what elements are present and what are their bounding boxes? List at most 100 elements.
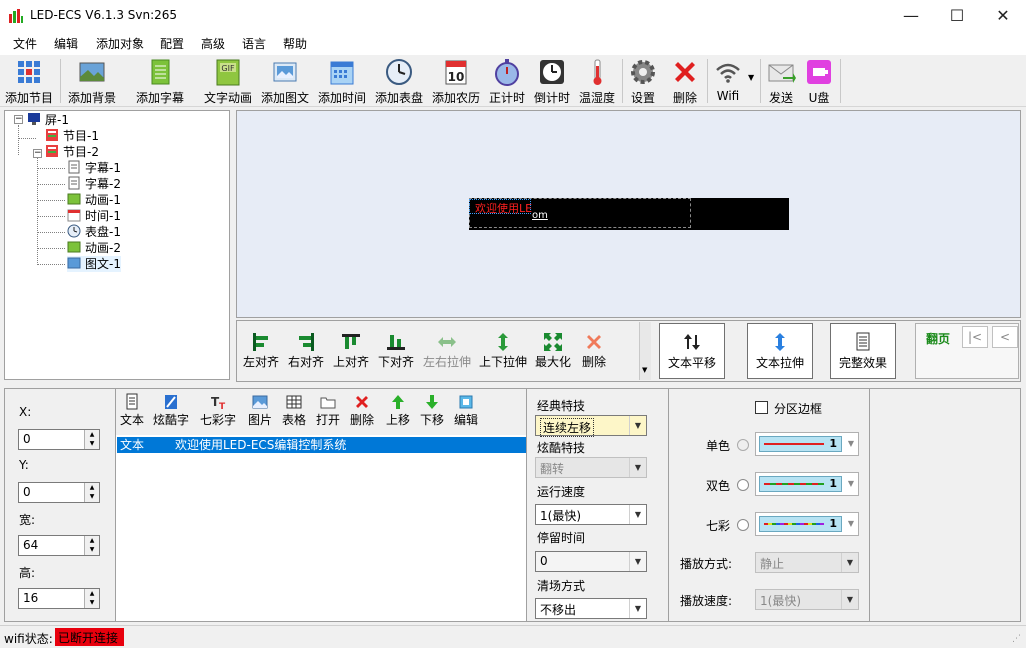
- scroll-down-icon[interactable]: ▼: [642, 366, 647, 374]
- menu-advanced[interactable]: 高级: [201, 35, 225, 52]
- delete-button[interactable]: 删除: [668, 57, 702, 105]
- menu-help[interactable]: 帮助: [283, 35, 307, 52]
- maximize-object-button[interactable]: 最大化: [533, 331, 573, 370]
- add-text-button[interactable]: 文本: [118, 393, 146, 428]
- align-left-button[interactable]: 左对齐: [241, 331, 281, 370]
- clear-mode-select[interactable]: 不移出 ▼: [535, 598, 647, 619]
- rainbow-color-radio[interactable]: [737, 519, 749, 531]
- align-top-button[interactable]: 上对齐: [331, 331, 371, 370]
- add-lunar-button[interactable]: 10 添加农历: [430, 57, 482, 105]
- dual-color-label: 双色: [706, 479, 731, 493]
- spin-arrows-icon[interactable]: ▲ ▼: [84, 536, 99, 555]
- add-image-text-button[interactable]: 添加图文: [259, 57, 311, 105]
- maximize-button[interactable]: ☐: [934, 0, 980, 31]
- minimize-button[interactable]: —: [888, 0, 934, 31]
- tree-node-program-1[interactable]: 节目-1: [45, 128, 99, 144]
- collapse-icon[interactable]: −: [14, 115, 23, 124]
- resize-grip-icon[interactable]: ⋰: [1012, 634, 1021, 644]
- cool-effect-select[interactable]: 翻转 ▼: [535, 457, 647, 478]
- stretch-horizontal-button[interactable]: 左右拉伸: [421, 331, 473, 370]
- edit-button[interactable]: 编辑: [452, 393, 480, 428]
- count-up-button[interactable]: 正计时: [487, 57, 527, 105]
- tree-node-animation-2[interactable]: 动画-2: [67, 240, 121, 256]
- countdown-button[interactable]: 倒计时: [532, 57, 572, 105]
- add-subtitle-button[interactable]: 添加字幕: [134, 57, 186, 105]
- colorful-text-button[interactable]: T T 七彩字: [198, 393, 238, 428]
- stay-time-select[interactable]: 0 ▼: [535, 551, 647, 572]
- rainbow-color-select[interactable]: 1 ▼: [755, 512, 859, 536]
- temperature-humidity-button[interactable]: 温湿度: [577, 57, 617, 105]
- led-preview-area[interactable]: 欢迎使用LE om: [236, 110, 1021, 318]
- text-pan-button[interactable]: 文本平移: [659, 323, 725, 379]
- chevron-down-icon: ▼: [841, 553, 858, 572]
- play-speed-select[interactable]: 1(最快) ▼: [755, 589, 859, 610]
- menu-config[interactable]: 配置: [160, 35, 184, 52]
- collapse-icon[interactable]: −: [33, 149, 42, 158]
- delete-object-button[interactable]: 删除: [576, 331, 612, 370]
- toolbar-label: 添加农历: [431, 91, 480, 105]
- tree-node-subtitle-2[interactable]: 字幕-2: [67, 176, 121, 192]
- height-input[interactable]: 16 ▲ ▼: [18, 588, 100, 609]
- width-input[interactable]: 64 ▲ ▼: [18, 535, 100, 556]
- picture-icon: [273, 62, 297, 82]
- tree-node-image-text-1[interactable]: 图文-1: [67, 256, 121, 272]
- tree-node-time-1[interactable]: 时间-1: [67, 208, 121, 224]
- add-program-button[interactable]: 添加节目: [3, 57, 55, 105]
- tree-node-subtitle-1[interactable]: 字幕-1: [67, 160, 121, 176]
- wifi-dropdown-arrow-icon[interactable]: ▼: [748, 73, 754, 82]
- move-up-button[interactable]: 上移: [384, 393, 412, 428]
- align-right-button[interactable]: 右对齐: [286, 331, 326, 370]
- first-page-button[interactable]: |<: [962, 326, 988, 348]
- add-table-button[interactable]: 表格: [280, 393, 308, 428]
- menu-add-object[interactable]: 添加对象: [96, 35, 144, 52]
- selected-object[interactable]: 欢迎使用LE: [469, 199, 532, 215]
- tree-node-clock-1[interactable]: 表盘-1: [67, 224, 121, 240]
- stretch-vertical-button[interactable]: 上下拉伸: [477, 331, 529, 370]
- stretch-arrows-icon: [775, 333, 785, 351]
- spin-arrows-icon[interactable]: ▲ ▼: [84, 589, 99, 608]
- speed-select[interactable]: 1(最快) ▼: [535, 504, 647, 525]
- delete-item-button[interactable]: 删除: [348, 393, 376, 428]
- classic-effect-select[interactable]: 连续左移 ▼: [535, 415, 647, 437]
- add-clock-button[interactable]: 添加表盘: [373, 57, 425, 105]
- add-background-button[interactable]: 添加背景: [66, 57, 118, 105]
- play-speed-value: 1(最快): [760, 594, 801, 608]
- single-color-radio[interactable]: [737, 439, 749, 451]
- text-animation-button[interactable]: GIF 文字动画: [202, 57, 254, 105]
- text-stretch-button[interactable]: 文本拉伸: [747, 323, 813, 379]
- tree-node-screen[interactable]: 屏-1: [27, 112, 69, 128]
- y-input[interactable]: 0 ▲ ▼: [18, 482, 100, 503]
- settings-button[interactable]: 设置: [626, 57, 660, 105]
- x-input[interactable]: 0 ▲ ▼: [18, 429, 100, 450]
- table-icon: [286, 395, 302, 409]
- move-down-button[interactable]: 下移: [418, 393, 446, 428]
- menu-language[interactable]: 语言: [242, 35, 266, 52]
- dual-color-select[interactable]: 1 ▼: [755, 472, 859, 496]
- cool-text-button[interactable]: 炫酷字: [152, 393, 190, 428]
- spin-arrows-icon[interactable]: ▲ ▼: [84, 430, 99, 449]
- add-time-button[interactable]: 添加时间: [316, 57, 368, 105]
- add-picture-button[interactable]: 图片: [246, 393, 274, 428]
- spin-arrows-icon[interactable]: ▲ ▼: [84, 483, 99, 502]
- open-file-button[interactable]: 打开: [314, 393, 342, 428]
- send-button[interactable]: 发送: [764, 57, 798, 105]
- usb-disk-button[interactable]: U盘: [802, 57, 836, 105]
- align-bottom-button[interactable]: 下对齐: [376, 331, 416, 370]
- tree-label: 时间-1: [85, 209, 121, 223]
- wifi-button[interactable]: Wifi: [711, 57, 745, 105]
- menu-file[interactable]: 文件: [13, 35, 37, 52]
- led-screen[interactable]: 欢迎使用LE om: [469, 198, 789, 230]
- border-checkbox[interactable]: [755, 401, 768, 414]
- tree-node-animation-1[interactable]: 动画-1: [67, 192, 121, 208]
- single-color-select[interactable]: 1 ▼: [755, 432, 859, 456]
- play-mode-select[interactable]: 静止 ▼: [755, 552, 859, 573]
- menu-edit[interactable]: 编辑: [54, 35, 78, 52]
- scrollbar[interactable]: ▼: [639, 322, 651, 380]
- tree-label: 动画-2: [85, 241, 121, 255]
- close-button[interactable]: ✕: [980, 0, 1026, 31]
- dual-color-radio[interactable]: [737, 479, 749, 491]
- prev-page-button[interactable]: <: [992, 326, 1018, 348]
- tree-node-program-2[interactable]: 节目-2: [45, 144, 99, 160]
- text-list-row[interactable]: 文本 欢迎使用LED-ECS编辑控制系统: [117, 437, 526, 453]
- full-effect-button[interactable]: 完整效果: [830, 323, 896, 379]
